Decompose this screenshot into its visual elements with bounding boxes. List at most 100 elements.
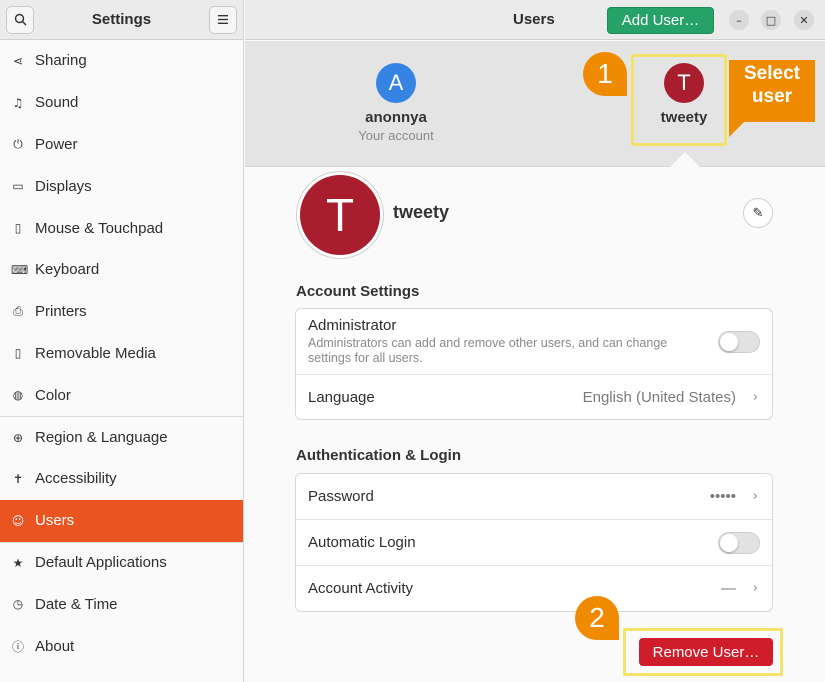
sidebar-item-label: Mouse & Touchpad xyxy=(35,219,164,237)
administrator-description: Administrators can add and remove other … xyxy=(308,336,668,365)
star-icon: ★ xyxy=(12,555,24,570)
main-panel: Users Add User… – □ ✕ A anonnya Your acc… xyxy=(245,0,825,682)
selection-notch xyxy=(670,152,700,167)
callout-tail xyxy=(729,121,745,137)
sidebar-item-label: Keyboard xyxy=(35,261,100,279)
sidebar-item-displays[interactable]: ▭ Displays xyxy=(0,165,243,207)
sidebar-item-label: Power xyxy=(35,135,78,153)
account-settings-panel: Administrator Administrators can add and… xyxy=(295,308,773,420)
mouse-icon: ▯ xyxy=(14,221,22,236)
sidebar-item-label: Removable Media xyxy=(35,344,156,362)
minimize-icon: – xyxy=(736,13,742,27)
administrator-toggle[interactable] xyxy=(718,330,760,353)
callout-line: Select xyxy=(744,63,800,84)
account-activity-label: Account Activity xyxy=(308,580,414,597)
edit-name-button[interactable]: ✎ xyxy=(743,198,773,228)
automatic-login-label: Automatic Login xyxy=(308,534,416,551)
sidebar-item-sound[interactable]: ♫ Sound xyxy=(0,82,243,124)
keyboard-icon: ⌨ xyxy=(11,262,29,277)
sidebar-item-region-language[interactable]: ⊕ Region & Language xyxy=(0,416,243,458)
sidebar-item-label: Default Applications xyxy=(35,554,167,572)
sidebar-title: Settings xyxy=(91,11,152,28)
main-header: Users Add User… – □ ✕ xyxy=(245,0,825,40)
highlight-box-user xyxy=(631,54,727,146)
sidebar-item-label: Printers xyxy=(35,303,87,321)
usb-drive-icon: ▯ xyxy=(14,346,22,361)
sidebar-item-label: Sound xyxy=(35,94,79,112)
sidebar-item-color[interactable]: ◍ Color xyxy=(0,374,243,416)
maximize-button[interactable]: □ xyxy=(761,10,781,30)
power-icon: ⏻ xyxy=(13,136,23,151)
sidebar-item-mouse-touchpad[interactable]: ▯ Mouse & Touchpad xyxy=(0,207,243,249)
clock-icon: ◷ xyxy=(12,597,24,612)
sidebar: Settings ⋖ Sharing ♫ Sound ⏻ Power ▭ Displays ▯ M… xyxy=(0,0,244,682)
sidebar-item-accessibility[interactable]: ✝ Accessibility xyxy=(0,458,243,500)
sidebar-item-keyboard[interactable]: ⌨ Keyboard xyxy=(0,249,243,291)
section-title-account: Account Settings xyxy=(296,283,420,300)
sidebar-item-label: About xyxy=(35,637,75,655)
user-name: anonnya xyxy=(365,109,427,126)
password-value: ••••• xyxy=(709,488,736,505)
close-button[interactable]: ✕ xyxy=(794,10,814,30)
account-activity-row[interactable]: Account Activity — › xyxy=(296,566,772,611)
auth-panel: Password ••••• › Automatic Login Account… xyxy=(295,473,773,612)
selected-user-avatar[interactable]: T xyxy=(297,172,383,258)
color-icon: ◍ xyxy=(12,388,24,403)
language-row[interactable]: Language English (United States) › xyxy=(296,375,772,420)
avatar: A xyxy=(376,63,416,103)
chevron-right-icon: › xyxy=(752,581,758,596)
sidebar-item-label: Date & Time xyxy=(35,595,118,613)
automatic-login-row: Automatic Login xyxy=(296,520,772,566)
hamburger-icon xyxy=(218,15,228,24)
user-card-anonnya[interactable]: A anonnya Your account xyxy=(341,63,451,143)
users-icon: ☺ xyxy=(11,513,25,528)
sidebar-item-default-applications[interactable]: ★ Default Applications xyxy=(0,541,243,584)
minimize-button[interactable]: – xyxy=(729,10,749,30)
password-row[interactable]: Password ••••• › xyxy=(296,474,772,520)
sidebar-item-date-time[interactable]: ◷ Date & Time xyxy=(0,583,243,625)
search-button[interactable] xyxy=(6,5,34,34)
sidebar-item-users[interactable]: ☺ Users xyxy=(0,499,243,542)
sidebar-item-removable-media[interactable]: ▯ Removable Media xyxy=(0,333,243,375)
sidebar-item-label: Sharing xyxy=(35,52,87,70)
sidebar-item-label: Accessibility xyxy=(35,470,117,488)
close-icon: ✕ xyxy=(799,13,809,27)
sidebar-item-label: Region & Language xyxy=(35,429,168,447)
administrator-row: Administrator Administrators can add and… xyxy=(296,309,772,375)
pencil-icon: ✎ xyxy=(752,205,764,220)
sidebar-item-label: Color xyxy=(35,386,71,404)
automatic-login-toggle[interactable] xyxy=(718,531,760,554)
chevron-right-icon: › xyxy=(752,489,758,504)
globe-icon: ⊕ xyxy=(12,430,24,445)
music-note-icon: ♫ xyxy=(12,95,24,110)
page-title: Users xyxy=(513,11,555,28)
password-label: Password xyxy=(308,488,374,505)
selected-user-name: tweety xyxy=(393,202,450,222)
callout-line: user xyxy=(751,86,793,107)
info-icon: ⓘ xyxy=(11,639,24,654)
add-user-button[interactable]: Add User… xyxy=(607,7,714,34)
account-activity-value: — xyxy=(721,580,736,597)
language-label: Language xyxy=(308,389,375,406)
user-subtitle: Your account xyxy=(358,128,434,143)
menu-button[interactable] xyxy=(209,5,237,34)
sidebar-item-label: Displays xyxy=(35,177,92,195)
administrator-label: Administrator xyxy=(308,317,397,334)
remove-user-button[interactable]: Remove User… xyxy=(639,638,773,666)
monitor-icon: ▭ xyxy=(12,179,24,194)
sidebar-item-printers[interactable]: ⎙ Printers xyxy=(0,291,243,333)
callout-select-user: Select user xyxy=(729,60,815,122)
maximize-icon: □ xyxy=(765,13,777,27)
sidebar-item-power[interactable]: ⏻ Power xyxy=(0,124,243,166)
language-value: English (United States) xyxy=(582,389,736,406)
sidebar-item-about[interactable]: ⓘ About xyxy=(0,625,243,667)
sidebar-nav: ⋖ Sharing ♫ Sound ⏻ Power ▭ Displays ▯ Mouse & To… xyxy=(0,40,243,667)
sidebar-item-label: Users xyxy=(35,512,75,530)
search-icon xyxy=(14,13,27,26)
step-badge-2: 2 xyxy=(575,596,619,640)
sidebar-item-sharing[interactable]: ⋖ Sharing xyxy=(0,40,243,82)
share-icon: ⋖ xyxy=(12,53,24,68)
accessibility-icon: ✝ xyxy=(12,471,24,486)
printer-icon: ⎙ xyxy=(13,304,23,319)
chevron-right-icon: › xyxy=(752,390,758,405)
